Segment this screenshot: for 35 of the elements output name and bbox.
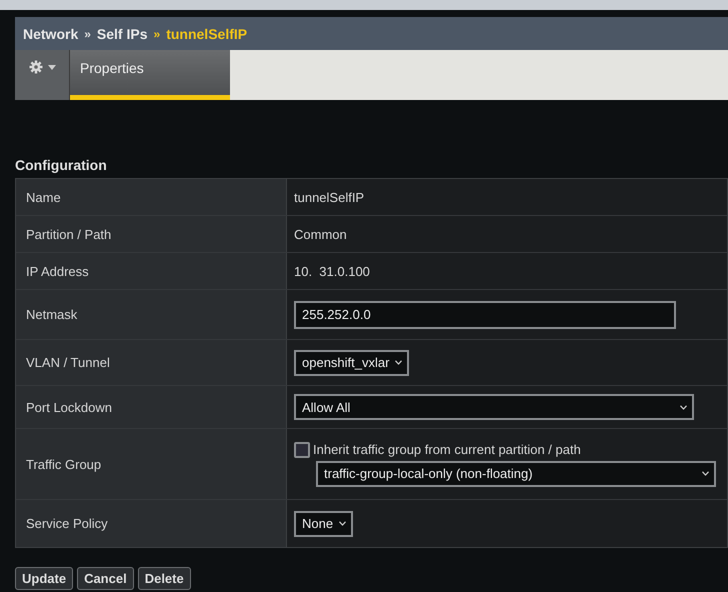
breadcrumb-separator: » xyxy=(84,26,91,40)
chevron-icon xyxy=(395,360,402,365)
chevron-icon xyxy=(702,471,709,476)
chevron-icon xyxy=(680,404,687,410)
caret-icon xyxy=(48,64,56,70)
dropdown[interactable]: traffic-group-local-only (non-floating) xyxy=(316,460,716,486)
field-label: Netmask xyxy=(16,290,287,339)
field-label: VLAN / Tunnel xyxy=(16,340,287,385)
field-label: Service Policy xyxy=(16,500,287,547)
breadcrumb-separator: » xyxy=(154,26,160,40)
dropdown[interactable]: Allow All xyxy=(294,394,694,420)
properties-tab[interactable]: Properties xyxy=(70,50,230,100)
field-label: Name xyxy=(16,179,287,215)
breadcrumb-current: tunnelSelfIP xyxy=(166,26,248,42)
section-title: Configuration xyxy=(15,156,108,175)
field-label: Partition / Path xyxy=(16,216,287,252)
form-button[interactable]: Delete xyxy=(138,567,191,590)
netmask-field[interactable]: 255.252.0.0 xyxy=(294,300,676,328)
field-value: 10. 31.0.100 xyxy=(294,264,370,278)
field-label: IP Address xyxy=(16,253,287,289)
settings-menu-button[interactable] xyxy=(15,50,70,100)
field-label: Traffic Group xyxy=(16,429,287,499)
dropdown[interactable]: None xyxy=(294,510,354,536)
chevron-icon xyxy=(339,521,346,526)
breadcrumb-link[interactable]: Network xyxy=(23,26,78,42)
field-value: Common xyxy=(294,226,347,242)
field-value: tunnelSelfIP xyxy=(294,190,364,204)
form-button[interactable]: Update xyxy=(15,567,74,590)
breadcrumb-link[interactable]: Self IPs xyxy=(96,26,148,42)
form-button[interactable]: Cancel xyxy=(77,567,134,590)
checkbox[interactable] xyxy=(294,442,310,458)
field-label: Port Lockdown xyxy=(16,386,287,428)
checkbox-label: Inherit traffic group from current partition / path xyxy=(313,442,581,457)
settings-icon xyxy=(28,60,42,74)
dropdown[interactable]: openshift_vxlar xyxy=(294,350,410,376)
